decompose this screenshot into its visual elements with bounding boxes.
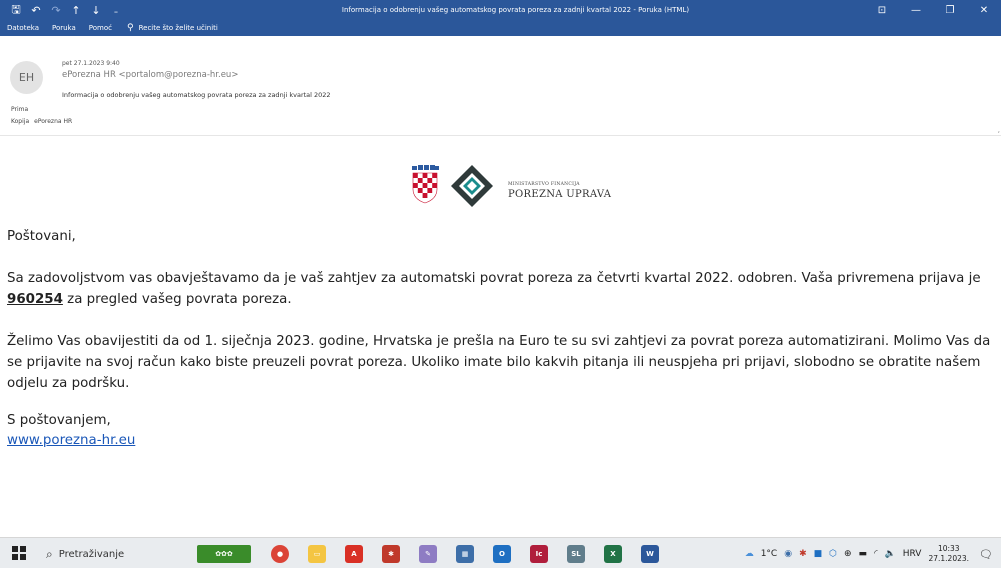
notifications-icon[interactable]: 🗨 bbox=[979, 548, 993, 561]
tell-me-search[interactable]: ⚲ Recite što želite učiniti bbox=[119, 23, 218, 33]
paint-app-icon[interactable]: ✎ bbox=[419, 545, 437, 563]
taskbar-apps: ✿✿✿ ● ▭ A ✱ ✎ ▦ O Ic SL X W bbox=[197, 542, 678, 566]
closing: S poštovanjem, bbox=[7, 413, 111, 428]
cc-label: Kopija bbox=[11, 118, 30, 125]
paragraph-approval-text: Sa zadovoljstvom vas obavještavamo da je… bbox=[7, 271, 981, 286]
tray-app-1-icon[interactable]: ◉ bbox=[784, 549, 792, 559]
file-explorer-icon[interactable]: ▭ bbox=[308, 545, 326, 563]
close-button[interactable]: ✕ bbox=[967, 0, 1001, 20]
language-indicator[interactable]: HRV bbox=[903, 549, 922, 559]
croatian-coat-of-arms-icon bbox=[412, 165, 439, 204]
tab-poruka[interactable]: Poruka bbox=[46, 20, 83, 36]
search-placeholder: Pretraživanje bbox=[58, 548, 125, 560]
header-scroll-marker: , bbox=[997, 126, 1000, 134]
ic-app-icon[interactable]: Ic bbox=[530, 545, 548, 563]
up-arrow-icon[interactable]: ↑ bbox=[66, 0, 86, 20]
to-label: Prima bbox=[11, 106, 29, 113]
paragraph-approval-tail: za pregled vašeg povrata poreza. bbox=[62, 292, 292, 307]
weather-temp[interactable]: 1°C bbox=[761, 549, 778, 559]
outlook-message-window: 🖫 ↶ ↷ ↑ ↓ ₌ Informacija o odobrenju vaše… bbox=[0, 0, 1001, 568]
porezna-uprava-logo: MINISTARSTVO FINANCIJA POREZNA UPRAVA bbox=[410, 161, 630, 209]
cc-row: Kopija ePorezna HR bbox=[11, 118, 77, 125]
title-bar: 🖫 ↶ ↷ ↑ ↓ ₌ Informacija o odobrenju vaše… bbox=[0, 0, 1001, 20]
calculator-icon[interactable]: ▦ bbox=[456, 545, 474, 563]
clock[interactable]: 10:33 27.1.2023. bbox=[928, 544, 969, 564]
sender[interactable]: ePorezna HR <portalom@porezna-hr.eu> bbox=[62, 70, 238, 80]
tray-dropbox-icon[interactable]: ⬡ bbox=[829, 549, 837, 559]
porezna-label: POREZNA UPRAVA bbox=[508, 189, 612, 200]
porezna-diamond-icon bbox=[451, 165, 493, 207]
message-subject: Informacija o odobrenju vašeg automatsko… bbox=[62, 91, 331, 99]
cloud-icon: ☁ bbox=[744, 549, 754, 559]
network-icon[interactable]: ⊕ bbox=[844, 549, 852, 559]
window-controls: ⊡ — ❐ ✕ bbox=[865, 0, 1001, 20]
search-icon: ⌕ bbox=[46, 546, 53, 561]
paragraph-approval: Sa zadovoljstvom vas obavještavamo da je… bbox=[7, 268, 997, 310]
message-date: pet 27.1.2023 9:40 bbox=[62, 60, 120, 67]
undo-icon[interactable]: ↶ bbox=[26, 0, 46, 20]
system-tray: ☁ 1°C ◉ ✱ ■ ⬡ ⊕ ▬ ◜ 🔈 HRV 10:33 27.1.202… bbox=[745, 543, 993, 565]
maximize-button[interactable]: ❐ bbox=[933, 0, 967, 20]
cc-recipient[interactable]: ePorezna HR bbox=[34, 118, 72, 125]
customize-quick-access-icon[interactable]: ₌ bbox=[106, 0, 126, 20]
avatar: EH bbox=[10, 61, 43, 94]
pdf-app-icon[interactable]: A bbox=[345, 545, 363, 563]
lightbulb-icon: ⚲ bbox=[127, 23, 134, 33]
greeting: Poštovani, bbox=[7, 229, 76, 244]
excel-icon[interactable]: X bbox=[604, 545, 622, 563]
taskbar-search[interactable]: ⌕ Pretraživanje bbox=[46, 543, 186, 565]
window-title: Informacija o odobrenju vašeg automatsko… bbox=[341, 6, 690, 14]
start-button[interactable] bbox=[12, 546, 26, 560]
word-icon[interactable]: W bbox=[641, 545, 659, 563]
paragraph-euro: Želimo Vas obavijestiti da od 1. siječnj… bbox=[7, 334, 991, 391]
sql-app-icon[interactable]: SL bbox=[567, 545, 585, 563]
ribbon-display-icon[interactable]: ⊡ bbox=[865, 0, 899, 20]
search-highlight-icon[interactable]: ✿✿✿ bbox=[197, 545, 251, 563]
outlook-icon[interactable]: O bbox=[493, 545, 511, 563]
message-header bbox=[0, 36, 1001, 136]
battery-icon[interactable]: ▬ bbox=[859, 549, 868, 559]
chrome-icon[interactable]: ● bbox=[271, 545, 289, 563]
down-arrow-icon[interactable]: ↓ bbox=[86, 0, 106, 20]
taskbar: ⌕ Pretraživanje ✿✿✿ ● ▭ A ✱ ✎ ▦ O Ic SL … bbox=[0, 537, 1001, 568]
volume-icon[interactable]: 🔈 bbox=[885, 549, 896, 559]
tray-app-2-icon[interactable]: ✱ bbox=[799, 549, 807, 559]
minimize-button[interactable]: — bbox=[899, 0, 933, 20]
tab-pomoc[interactable]: Pomoć bbox=[83, 20, 119, 36]
tray-outlook-icon[interactable]: ■ bbox=[814, 549, 823, 559]
wifi-icon[interactable]: ◜ bbox=[874, 549, 878, 559]
clock-time: 10:33 bbox=[937, 544, 960, 553]
tab-datoteka[interactable]: Datoteka bbox=[0, 20, 46, 36]
ministry-label: MINISTARSTVO FINANCIJA bbox=[508, 182, 580, 187]
tell-me-label: Recite što želite učiniti bbox=[138, 24, 218, 32]
save-icon[interactable]: 🖫 bbox=[6, 0, 26, 20]
application-code: 960254 bbox=[7, 292, 63, 307]
ribbon-tabs: Datoteka Poruka Pomoć ⚲ Recite što želit… bbox=[0, 20, 1001, 36]
website-link[interactable]: www.porezna-hr.eu bbox=[7, 430, 997, 451]
redo-icon[interactable]: ↷ bbox=[46, 0, 66, 20]
ant-app-icon[interactable]: ✱ bbox=[382, 545, 400, 563]
clock-date: 27.1.2023. bbox=[928, 554, 970, 563]
quick-access-toolbar: 🖫 ↶ ↷ ↑ ↓ ₌ bbox=[0, 0, 126, 20]
